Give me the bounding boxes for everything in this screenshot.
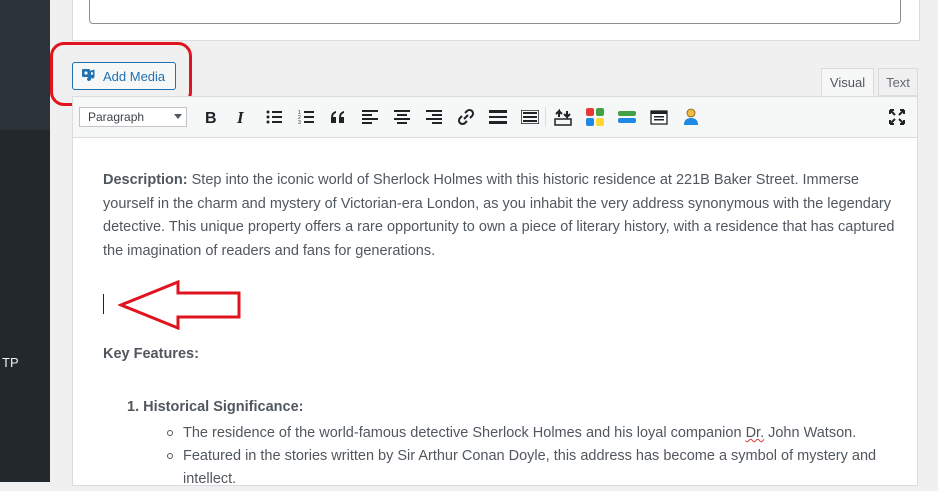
description-paragraph: Description: Step into the iconic world … — [103, 169, 903, 263]
misspelled-word: Dr. — [745, 425, 765, 441]
divider-icon[interactable] — [615, 105, 639, 129]
annotation-arrow-icon — [118, 280, 241, 330]
align-right-icon[interactable] — [422, 105, 446, 129]
key-features-heading: Key Features: — [103, 346, 199, 362]
description-label: Description: — [103, 172, 188, 188]
list-item: 1. Historical Significance: — [127, 399, 304, 415]
calendar-icon[interactable] — [647, 105, 671, 129]
align-center-icon[interactable] — [390, 105, 414, 129]
colors-icon[interactable] — [583, 105, 607, 129]
bullet-icon — [167, 453, 173, 459]
tab-text[interactable]: Text — [878, 68, 918, 96]
svg-text:B: B — [205, 110, 217, 125]
editor-toolbar: Paragraph B I 123 — [73, 97, 917, 138]
insert-link-icon[interactable] — [454, 105, 478, 129]
bullet-icon — [167, 430, 173, 436]
read-more-icon[interactable] — [486, 105, 510, 129]
description-text: Step into the iconic world of Sherlock H… — [103, 172, 895, 259]
editor-content[interactable]: Description: Step into the iconic world … — [103, 169, 903, 263]
tab-visual[interactable]: Visual — [821, 68, 874, 96]
list-item: The residence of the world-famous detect… — [167, 422, 889, 445]
text-cursor — [103, 294, 104, 314]
sidebar-menu-top[interactable] — [0, 0, 50, 130]
chevron-down-icon — [174, 114, 182, 119]
admin-sidebar: TP — [0, 0, 50, 482]
svg-text:3: 3 — [298, 120, 301, 124]
format-select-value: Paragraph — [88, 110, 145, 124]
title-input[interactable] — [89, 0, 901, 24]
sub-list: The residence of the world-famous detect… — [167, 422, 889, 491]
blockquote-icon[interactable] — [326, 105, 350, 129]
fullscreen-icon[interactable] — [885, 105, 909, 129]
toolbar-toggle-icon[interactable] — [518, 105, 542, 129]
sidebar-menu-item-label[interactable]: TP — [2, 355, 19, 370]
italic-icon[interactable]: I — [230, 105, 254, 129]
numbered-list-icon[interactable]: 123 — [294, 105, 318, 129]
format-select[interactable]: Paragraph — [79, 107, 187, 127]
align-left-icon[interactable] — [358, 105, 382, 129]
list-item: Featured in the stories written by Sir A… — [167, 445, 889, 491]
bulleted-list-icon[interactable] — [262, 105, 286, 129]
bold-icon[interactable]: B — [199, 105, 223, 129]
toolbar-separator — [545, 107, 546, 127]
upload-icon[interactable] — [551, 105, 575, 129]
svg-text:I: I — [236, 109, 245, 125]
user-icon[interactable] — [679, 105, 703, 129]
